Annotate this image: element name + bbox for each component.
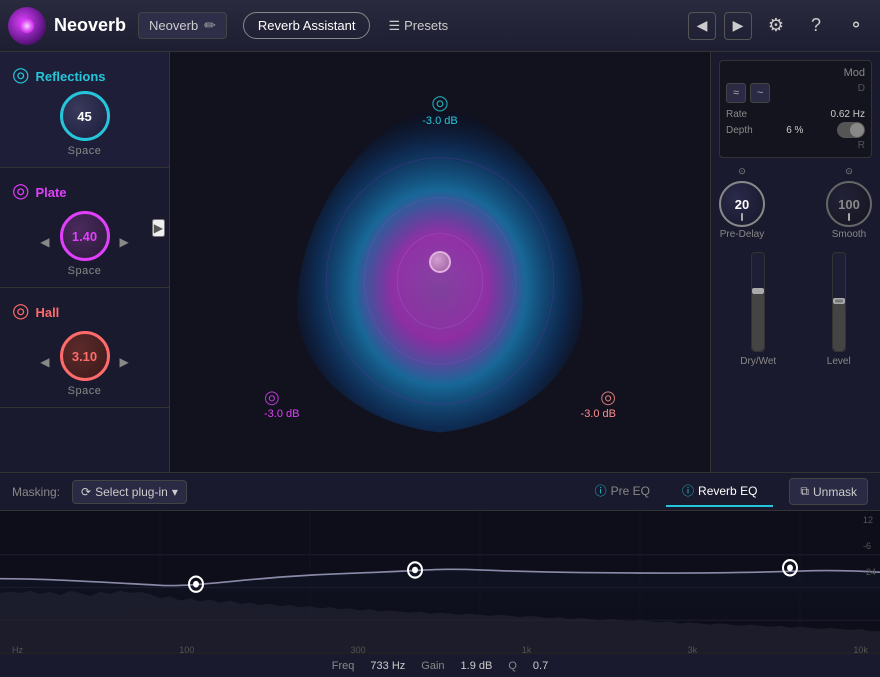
select-chevron-icon: ▾ (172, 485, 178, 499)
unmask-button[interactable]: ⧉ Unmask (789, 478, 868, 505)
mod-section: Mod ≈ ~ D Rate 0.62 Hz Depth 6 % R (719, 60, 872, 158)
reverb-assistant-button[interactable]: Reverb Assistant (243, 12, 371, 39)
dry-wet-slider[interactable] (751, 252, 765, 352)
bottom-right-reverb-icon: ◎ (581, 387, 616, 408)
plate-expand-button[interactable]: ▶ (152, 219, 165, 237)
sliders-row: Dry/Wet Level (719, 252, 872, 464)
smooth-knob[interactable]: 100 (826, 181, 872, 227)
pre-delay-label: Pre-Delay (720, 229, 764, 240)
right-panel: Mod ≈ ~ D Rate 0.62 Hz Depth 6 % R ⊙ (710, 52, 880, 472)
bottom-left-reverb-icon: ◎ (264, 387, 299, 408)
select-plugin-label: Select plug-in (95, 485, 168, 499)
gain-value: 1.9 dB (461, 660, 493, 672)
pre-eq-tab[interactable]: ⓘ Pre EQ (579, 476, 666, 507)
plate-prev-button[interactable]: ◀ (38, 233, 51, 251)
gain-label: Gain (421, 660, 444, 672)
bottom-toolbar: Masking: ⟳ Select plug-in ▾ ⓘ Pre EQ ⓘ R… (0, 473, 880, 511)
next-button[interactable]: ▶ (724, 12, 752, 40)
plugin-icon: ⟳ (81, 485, 91, 499)
main-content: ◎ Reflections 45 Space ◎ Plate ▶ (0, 52, 880, 472)
depth-label: Depth (726, 125, 753, 136)
eq-bottom-bar: Freq 733 Hz Gain 1.9 dB Q 0.7 (0, 653, 880, 677)
hall-section: ◎ Hall ◀ 3.10 Space ▶ (0, 288, 169, 408)
q-value: 0.7 (533, 660, 548, 672)
reflections-space-label: Space (68, 145, 102, 157)
smooth-group: ⊙ 100 Smooth (826, 166, 872, 240)
plate-next-button[interactable]: ▶ (118, 233, 131, 251)
reflections-icon: ◎ (12, 62, 29, 87)
rate-value: 0.62 Hz (831, 109, 865, 120)
pre-delay-icon: ⊙ (738, 166, 746, 177)
d-label: D (858, 83, 865, 103)
pre-delay-group: ⊙ 20 Pre-Delay (719, 166, 765, 240)
rate-label: Rate (726, 109, 747, 120)
app-logo (8, 7, 46, 45)
reflections-knob[interactable]: 45 (60, 91, 110, 141)
hall-name: Hall (35, 305, 59, 320)
reflections-name: Reflections (35, 69, 105, 84)
knobs-row: ⊙ 20 Pre-Delay ⊙ 100 Smooth (719, 166, 872, 240)
smooth-icon: ⊙ (845, 166, 853, 177)
bottom-panel: Masking: ⟳ Select plug-in ▾ ⓘ Pre EQ ⓘ R… (0, 472, 880, 677)
center-panel: ◎ -3.0 dB ◎ -3.0 dB ◎ -3.0 dB (170, 52, 710, 472)
eq-freq-labels: Hz 100 300 1k 3k 10k (0, 645, 880, 655)
plate-knob[interactable]: 1.40 (60, 211, 110, 261)
hall-icon: ◎ (12, 298, 29, 323)
reverb-visualizer[interactable]: ◎ -3.0 dB ◎ -3.0 dB ◎ -3.0 dB (240, 82, 640, 442)
dry-wet-label: Dry/Wet (740, 356, 776, 367)
hall-next-button[interactable]: ▶ (118, 353, 131, 371)
reflections-section: ◎ Reflections 45 Space (0, 52, 169, 168)
edit-icon: ✏ (204, 17, 216, 34)
hall-prev-button[interactable]: ◀ (38, 353, 51, 371)
app-title: Neoverb (54, 15, 126, 36)
pre-eq-icon: ⓘ (595, 482, 607, 499)
bottom-left-db-label: -3.0 dB (264, 408, 299, 420)
reverb-assistant-label: Reverb Assistant (258, 18, 356, 33)
hall-space-label: Space (68, 385, 102, 397)
smooth-label: Smooth (832, 229, 866, 240)
top-db-label: -3.0 dB (422, 115, 457, 127)
level-group: Level (827, 252, 851, 464)
mod-title: Mod (726, 67, 865, 79)
eq-tab-group: ⓘ Pre EQ ⓘ Reverb EQ (579, 476, 774, 507)
level-slider[interactable] (832, 252, 846, 352)
plugin-select[interactable]: ⟳ Select plug-in ▾ (72, 480, 187, 504)
plate-space-label: Space (68, 265, 102, 277)
preset-name-label: Neoverb (149, 18, 198, 33)
presets-icon: ☰ (388, 18, 400, 34)
mod-wave-btn1[interactable]: ≈ (726, 83, 746, 103)
dry-wet-group: Dry/Wet (740, 252, 776, 464)
top-reverb-icon: ◎ (422, 90, 457, 115)
reverb-eq-icon: ⓘ (682, 482, 694, 499)
eq-display[interactable]: 12 -6 -24 (0, 511, 880, 653)
mod-wave-btn2[interactable]: ~ (750, 83, 770, 103)
pre-delay-knob[interactable]: 20 (719, 181, 765, 227)
left-panel: ◎ Reflections 45 Space ◎ Plate ▶ (0, 52, 170, 472)
help-button[interactable]: ? (800, 10, 832, 42)
center-position-dot[interactable] (429, 251, 451, 273)
eq-db-labels: 12 -6 -24 (863, 515, 876, 577)
r-label: R (726, 140, 865, 151)
freq-label: Freq (332, 660, 355, 672)
q-label: Q (508, 660, 517, 672)
extra-button[interactable]: ⚬ (840, 10, 872, 42)
hall-knob[interactable]: 3.10 (60, 331, 110, 381)
top-bar: Neoverb Neoverb ✏ Reverb Assistant ☰ Pre… (0, 0, 880, 52)
plate-icon: ◎ (12, 178, 29, 203)
prev-button[interactable]: ◀ (688, 12, 716, 40)
plate-section: ◎ Plate ▶ ◀ 1.40 Space ▶ (0, 168, 169, 288)
reverb-eq-tab[interactable]: ⓘ Reverb EQ (666, 476, 773, 507)
preset-name-button[interactable]: Neoverb ✏ (138, 12, 227, 39)
freq-value: 733 Hz (370, 660, 405, 672)
unmask-icon: ⧉ (800, 484, 809, 499)
presets-label: Presets (404, 18, 448, 33)
bottom-right-db-label: -3.0 dB (581, 408, 616, 420)
settings-button[interactable]: ⚙ (760, 10, 792, 42)
presets-button[interactable]: ☰ Presets (378, 13, 458, 39)
depth-value: 6 % (786, 125, 803, 136)
plate-name: Plate (35, 185, 66, 200)
masking-label: Masking: (12, 485, 60, 499)
depth-toggle[interactable] (837, 122, 865, 138)
level-label: Level (827, 356, 851, 367)
